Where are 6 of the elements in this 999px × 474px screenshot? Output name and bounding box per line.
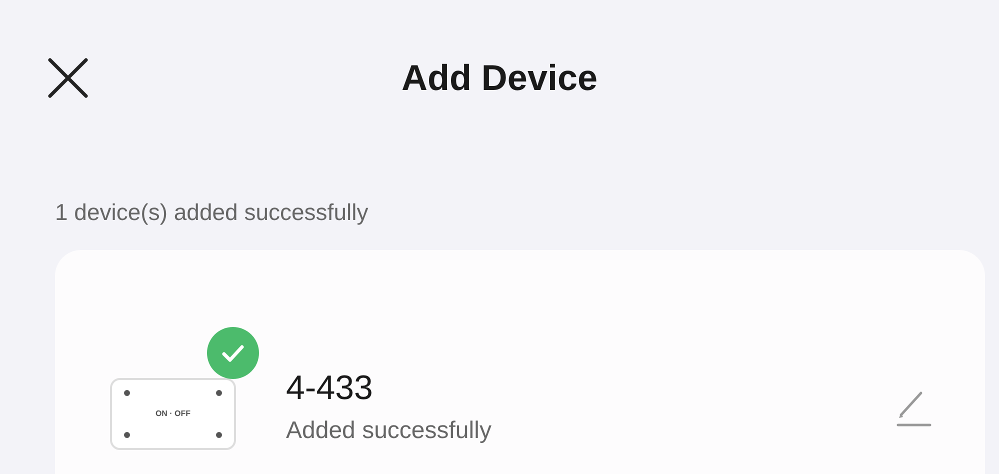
- device-name: 4-433: [286, 368, 374, 409]
- device-status: Added successfully: [286, 416, 492, 446]
- page-title: Add Device: [401, 56, 598, 100]
- summary-text: 1 device(s) added successfully: [55, 198, 370, 227]
- switch-device-icon: ON · OFF: [110, 378, 236, 450]
- close-icon: [46, 56, 90, 100]
